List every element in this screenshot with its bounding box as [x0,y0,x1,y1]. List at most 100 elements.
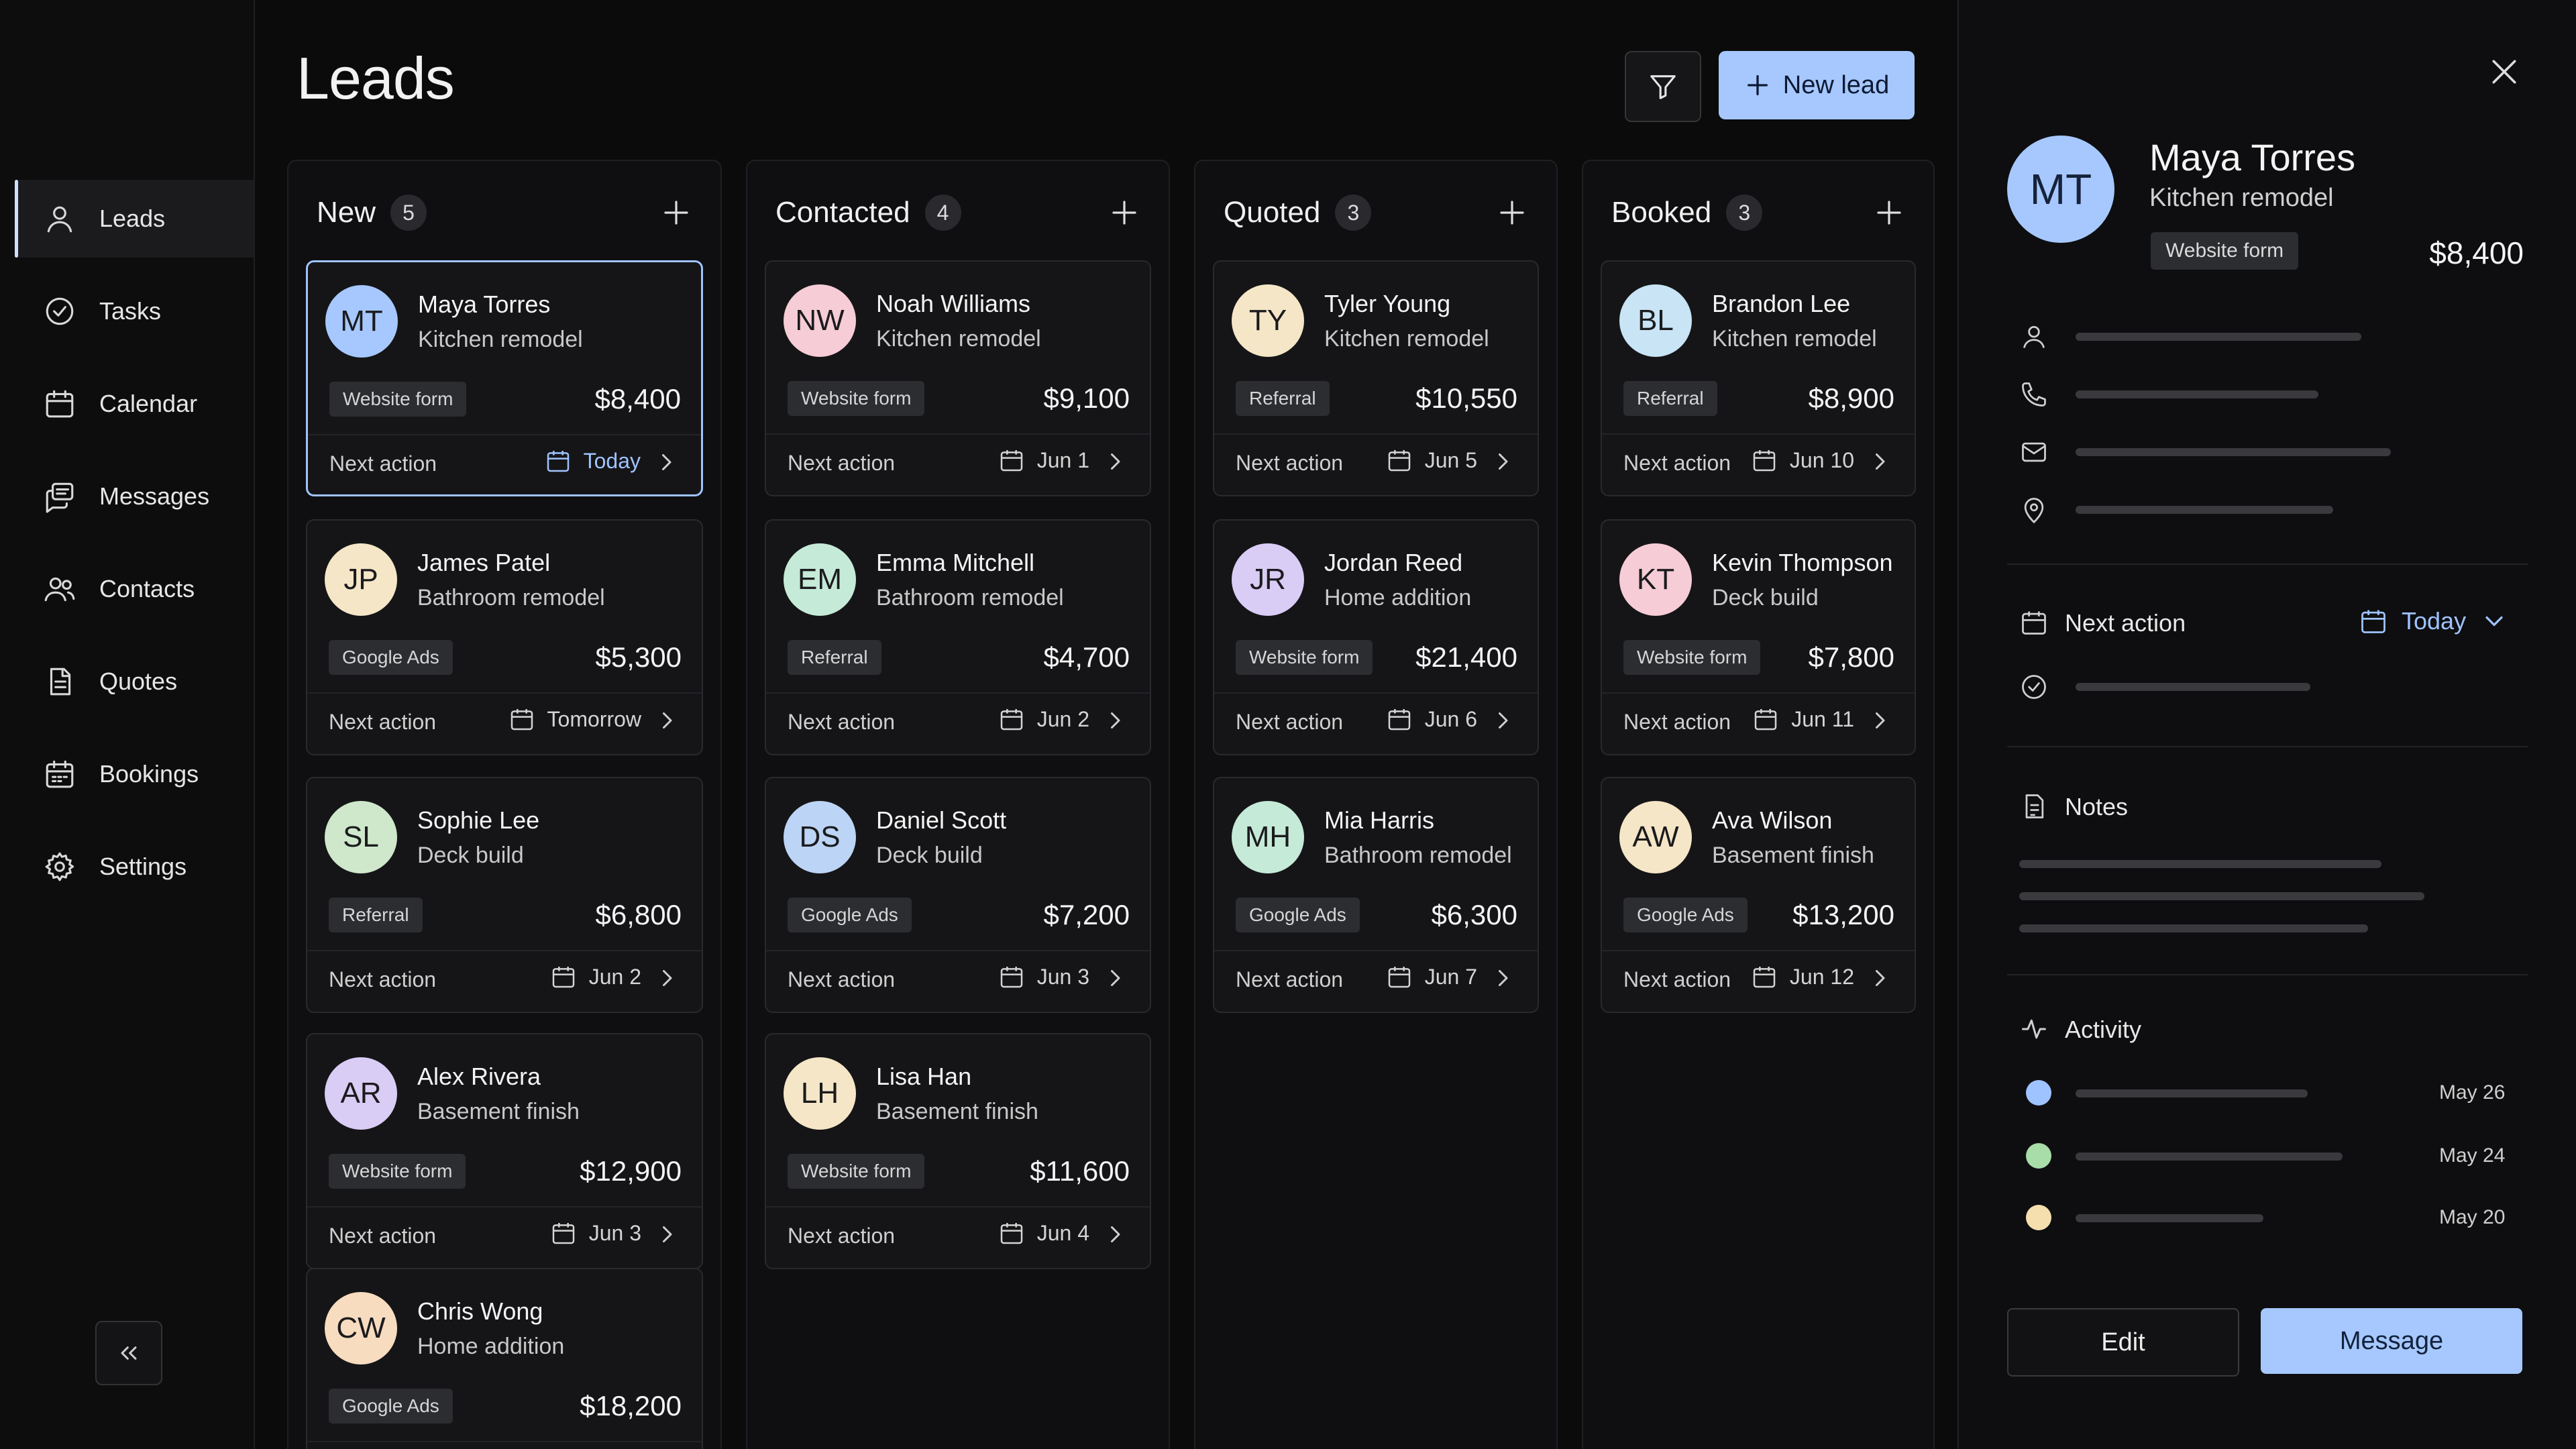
lead-card[interactable]: JR Jordan Reed Home addition Website form $2… [1213,519,1539,755]
open-lead-button[interactable] [1868,966,1892,990]
next-action-date[interactable]: Jun 4 [998,1220,1089,1246]
sidebar-item-quotes[interactable]: Quotes [15,643,254,720]
lead-amount: $8,400 [594,383,681,415]
add-card-button[interactable] [1108,197,1140,229]
add-card-button[interactable] [1496,197,1528,229]
lead-card[interactable]: MT Maya Torres Kitchen remodel Website form… [306,260,703,496]
next-action-date[interactable]: Today [545,447,641,474]
open-lead-button[interactable] [1868,449,1892,474]
next-action-date[interactable]: Jun 11 [1752,706,1854,733]
lead-card[interactable]: KT Kevin Thompson Deck build Website form $7… [1601,519,1916,755]
next-action-value: Today [2402,607,2467,635]
add-card-button[interactable] [1873,197,1905,229]
source-badge: Google Ads [329,640,453,675]
card-divider [307,950,702,951]
next-action-date[interactable]: Jun 6 [1386,706,1477,733]
lead-card[interactable]: AR Alex Rivera Basement finish Website form… [306,1033,703,1269]
sidebar-item-contacts[interactable]: Contacts [15,550,254,628]
check-circle-icon [2022,675,2046,699]
lead-card[interactable]: EM Emma Mitchell Bathroom remodel Referral $… [765,519,1151,755]
sidebar-item-bookings[interactable]: Bookings [15,735,254,813]
next-action-date-text: Jun 5 [1424,447,1477,472]
card-divider [766,950,1150,951]
page-title: Leads [297,45,455,111]
calendar-icon [552,967,574,988]
lead-card[interactable]: TY Tyler Young Kitchen remodel Referral $10,… [1213,260,1539,496]
chevron-right-icon [1111,970,1120,986]
sidebar-item-leads[interactable]: Leads [15,180,254,258]
open-lead-button[interactable] [655,708,679,733]
lead-card[interactable]: NW Noah Williams Kitchen remodel Website fo… [765,260,1151,496]
lead-name: Mia Harris [1324,806,1435,834]
next-action-picker[interactable]: Today [2359,606,2509,636]
lead-card[interactable]: CW Chris Wong Home addition Google Ads $18,2… [306,1268,703,1449]
plus-icon [1500,201,1524,225]
open-lead-button[interactable] [655,966,679,990]
detail-avatar: MT [2007,136,2114,243]
sidebar-item-tasks[interactable]: Tasks [15,272,254,350]
chevron-right-icon [663,970,672,986]
lead-card[interactable]: DS Daniel Scott Deck build Google Ads $7,200… [765,777,1151,1013]
message-button[interactable]: Message [2261,1308,2522,1374]
lead-card[interactable]: AW Ava Wilson Basement finish Google Ads $13… [1601,777,1916,1013]
calendar-icon [511,709,533,731]
sidebar-item-messages[interactable]: Messages [15,458,254,535]
open-lead-button[interactable] [1103,966,1127,990]
close-panel-button[interactable] [2486,54,2522,90]
lead-amount: $6,800 [595,899,682,930]
sidebar-item-settings[interactable]: Settings [15,828,254,906]
next-action-date[interactable]: Tomorrow [508,706,641,733]
activity-date: May 26 [2439,1081,2506,1104]
card-divider [766,1206,1150,1208]
card-divider [1214,433,1538,435]
filter-button[interactable] [1625,51,1701,122]
next-action-date[interactable]: Jun 7 [1386,963,1477,990]
open-lead-button[interactable] [655,1222,679,1246]
column-title: New [317,196,376,229]
next-action-date-text: Jun 3 [1036,964,1089,989]
column-title: Quoted [1224,196,1321,229]
source-badge: Website form [329,1154,466,1189]
sidebar-item-calendar[interactable]: Calendar [15,365,254,443]
contact-address-placeholder [2076,506,2333,514]
open-lead-button[interactable] [1103,1222,1127,1246]
avatar: CW [325,1292,397,1364]
calendar-icon [2022,611,2046,635]
chevron-right-icon [662,454,672,470]
collapse-sidebar-button[interactable] [95,1321,162,1385]
open-lead-button[interactable] [1868,708,1892,733]
card-divider [1214,692,1538,694]
edit-button[interactable]: Edit [2007,1308,2239,1377]
open-lead-button[interactable] [1103,708,1127,733]
new-lead-button[interactable]: New lead [1719,51,1915,119]
next-action-date[interactable]: Jun 2 [998,706,1089,733]
sidebar-item-label: Bookings [99,760,199,788]
next-action-date[interactable]: Jun 3 [998,963,1089,990]
calendar-icon [547,451,569,472]
next-action-date[interactable]: Jun 3 [550,1220,641,1246]
next-action-date-text: Jun 2 [1036,706,1089,731]
calendar-icon [1753,967,1776,988]
open-lead-button[interactable] [654,450,678,474]
open-lead-button[interactable] [1103,449,1127,474]
next-action-date[interactable]: Jun 2 [550,963,641,990]
next-action-date[interactable]: Jun 5 [1386,447,1477,474]
lead-card[interactable]: SL Sophie Lee Deck build Referral $6,800 Next… [306,777,703,1013]
open-lead-button[interactable] [1491,966,1515,990]
next-action-date[interactable]: Jun 1 [998,447,1089,474]
add-card-button[interactable] [660,197,692,229]
next-action-date-text: Today [583,448,641,473]
avatar: TY [1232,284,1304,357]
next-action-date[interactable]: Jun 12 [1751,963,1854,990]
plus-icon [1112,201,1136,225]
activity-dot [2026,1205,2051,1230]
note-line-placeholder [2019,860,2381,868]
next-action-date[interactable]: Jun 10 [1751,447,1854,474]
open-lead-button[interactable] [1491,449,1515,474]
detail-source-badge: Website form [2151,232,2299,270]
lead-card[interactable]: MH Mia Harris Bathroom remodel Google Ads $6… [1213,777,1539,1013]
lead-card[interactable]: LH Lisa Han Basement finish Website form $11… [765,1033,1151,1269]
open-lead-button[interactable] [1491,708,1515,733]
lead-card[interactable]: JP James Patel Bathroom remodel Google Ads $… [306,519,703,755]
lead-card[interactable]: BL Brandon Lee Kitchen remodel Referral $8,9… [1601,260,1916,496]
